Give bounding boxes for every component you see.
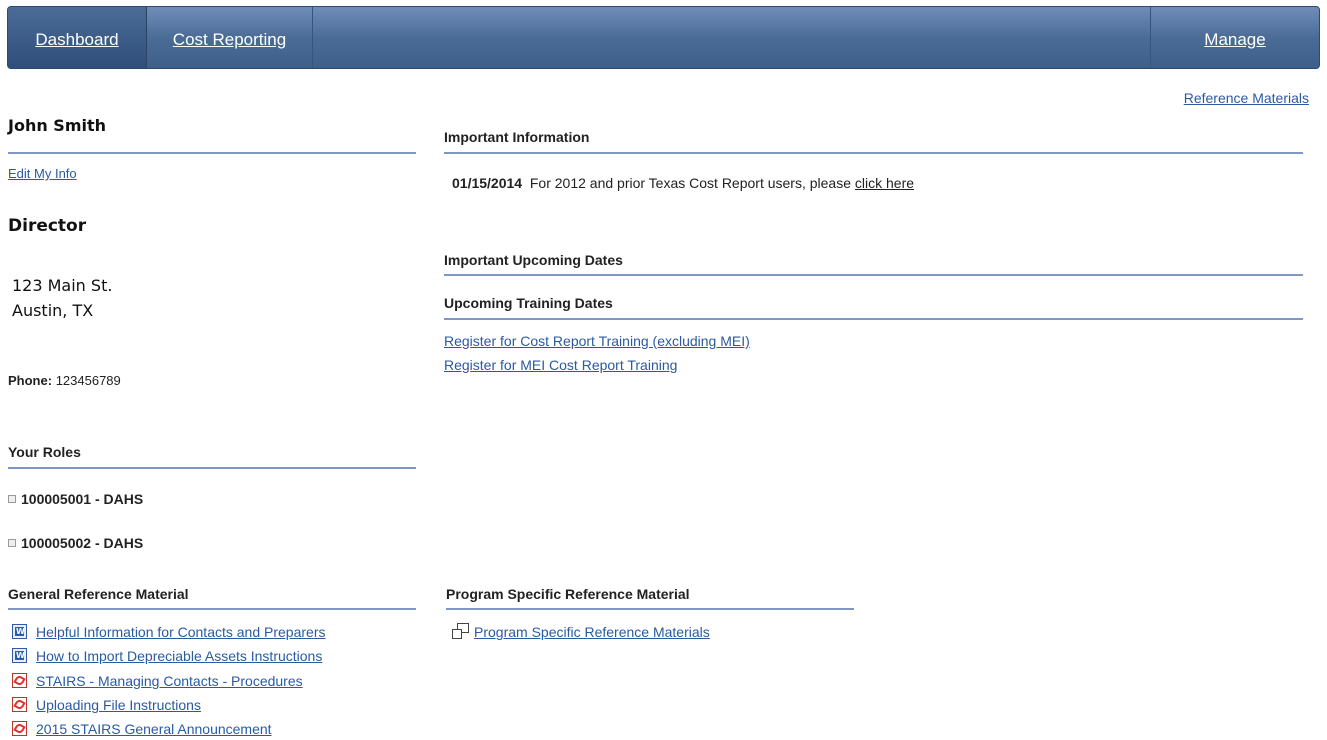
user-title: Director <box>8 216 87 236</box>
phone-label: Phone: <box>8 373 53 388</box>
new-window-icon <box>452 623 469 639</box>
collapse-icon[interactable] <box>8 539 16 548</box>
click-here-link[interactable]: click here <box>855 175 914 191</box>
divider <box>8 608 416 610</box>
important-information-header: Important Information <box>444 129 590 145</box>
role-item[interactable]: 100005002 - DAHS <box>8 535 143 551</box>
divider <box>8 152 416 154</box>
word-doc-icon <box>12 648 27 663</box>
reference-doc-link[interactable]: How to Import Depreciable Assets Instruc… <box>36 648 322 664</box>
announcement-text: For 2012 and prior Texas Cost Report use… <box>529 175 851 191</box>
divider <box>444 152 1303 154</box>
role-label: 100005002 - DAHS <box>21 535 144 551</box>
training-dates-header: Upcoming Training Dates <box>444 295 613 311</box>
reference-doc-link[interactable]: 2015 STAIRS General Announcement <box>36 721 272 737</box>
pdf-icon <box>12 673 27 688</box>
reference-doc-link[interactable]: Uploading File Instructions <box>36 697 201 713</box>
pdf-icon <box>12 697 27 712</box>
roles-header: Your Roles <box>8 444 81 460</box>
address-line2: Austin, TX <box>12 301 94 320</box>
upcoming-dates-header: Important Upcoming Dates <box>444 252 623 268</box>
reference-materials-link[interactable]: Reference Materials <box>1184 90 1309 106</box>
general-reference-header: General Reference Material <box>8 586 189 602</box>
announcement-date: 01/15/2014 <box>452 175 523 191</box>
phone-row: Phone: 123456789 <box>8 373 121 388</box>
nav-dashboard-link[interactable]: Dashboard <box>8 7 147 68</box>
program-reference-link[interactable]: Program Specific Reference Materials <box>474 624 710 640</box>
training-register-link[interactable]: Register for MEI Cost Report Training <box>444 357 677 373</box>
divider <box>444 274 1303 276</box>
phone-value: 123456789 <box>55 373 121 388</box>
nav-manage-link[interactable]: Manage <box>1150 7 1319 68</box>
address-line1: 123 Main St. <box>12 276 113 295</box>
pdf-icon <box>12 721 27 736</box>
role-label: 100005001 - DAHS <box>21 491 144 507</box>
reference-doc-link[interactable]: STAIRS - Managing Contacts - Procedures <box>36 673 303 689</box>
nav-cost-reporting-link[interactable]: Cost Reporting <box>147 7 313 68</box>
divider <box>8 467 416 469</box>
user-name: John Smith <box>8 116 107 135</box>
divider <box>446 608 854 610</box>
top-navbar: Dashboard Cost Reporting Manage <box>7 6 1320 69</box>
program-reference-header: Program Specific Reference Material <box>446 586 690 602</box>
announcement-row: 01/15/2014 For 2012 and prior Texas Cost… <box>452 175 914 191</box>
divider <box>444 318 1303 320</box>
word-doc-icon <box>12 624 27 639</box>
role-item[interactable]: 100005001 - DAHS <box>8 491 143 507</box>
edit-my-info-link[interactable]: Edit My Info <box>8 166 77 181</box>
reference-doc-link[interactable]: Helpful Information for Contacts and Pre… <box>36 624 325 640</box>
collapse-icon[interactable] <box>8 495 16 504</box>
training-register-link[interactable]: Register for Cost Report Training (exclu… <box>444 333 750 349</box>
